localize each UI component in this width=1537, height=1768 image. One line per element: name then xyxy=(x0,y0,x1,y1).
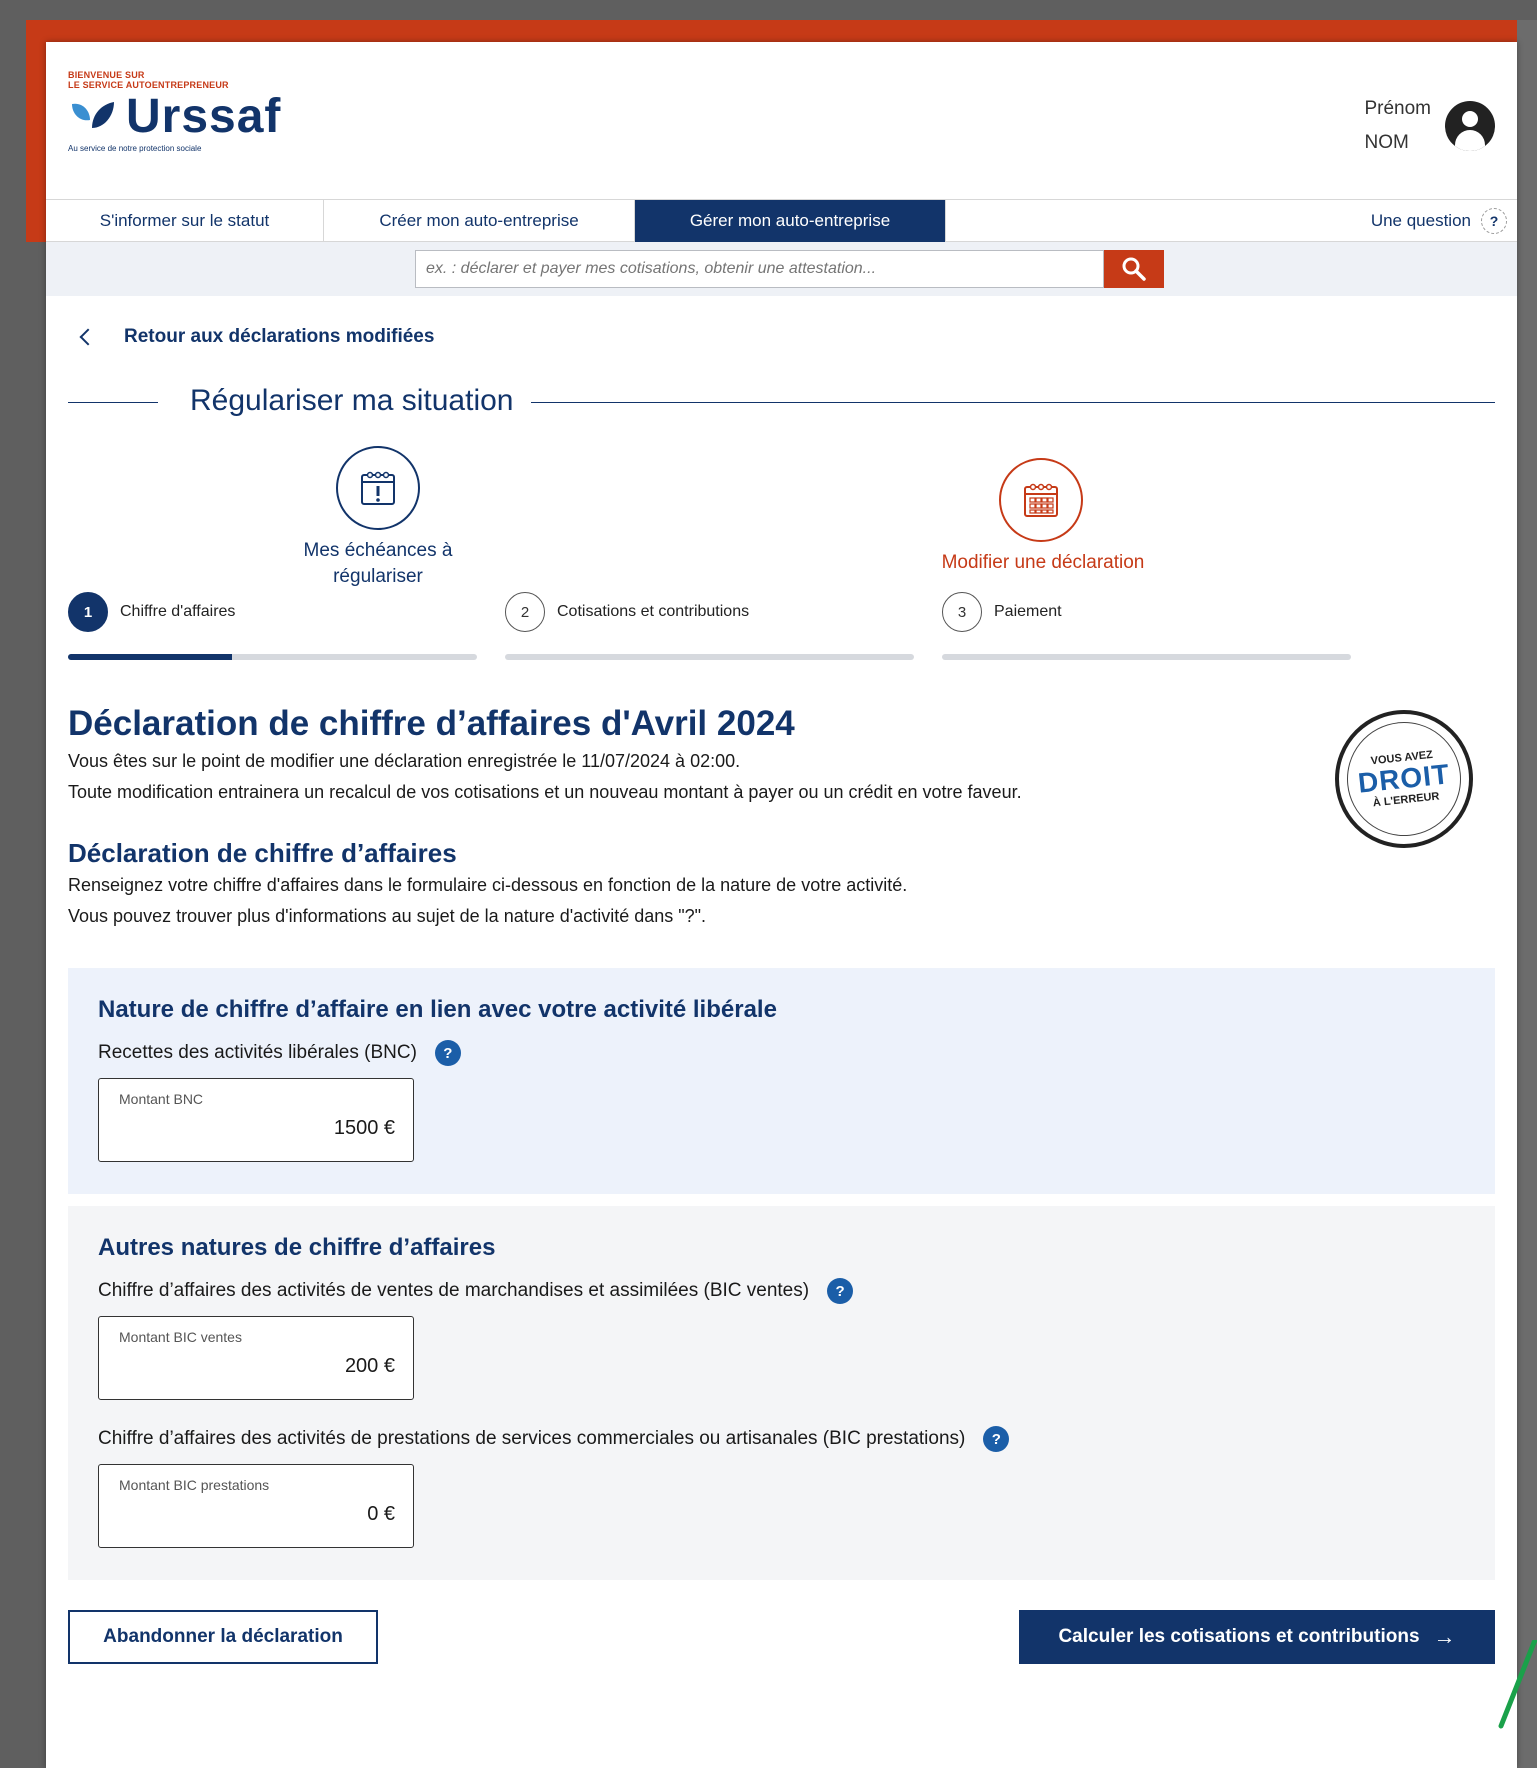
intro-line-2: Toute modification entrainera un recalcu… xyxy=(68,782,1022,802)
progress-stepper: 1 Chiffre d'affaires 2 Cotisations et co… xyxy=(68,592,1495,702)
bnc-field-label: Recettes des activités libérales (BNC) ? xyxy=(98,1040,1465,1066)
intro-line-1: Vous êtes sur le point de modifier une d… xyxy=(68,751,741,771)
bic-ventes-help-icon[interactable]: ? xyxy=(827,1278,854,1304)
bic-ventes-caption: Montant BIC ventes xyxy=(119,1329,242,1345)
echeances-step-button[interactable] xyxy=(336,446,420,530)
echeances-step-label: Mes échéances à régulariser xyxy=(303,540,453,587)
panel-autres-natures: Autres natures de chiffre d’affaires Chi… xyxy=(68,1206,1495,1580)
main-content: Retour aux déclarations modifiées Régula… xyxy=(46,326,1517,1580)
modifier-step-label: Modifier une déclaration xyxy=(941,552,1145,573)
search-bar xyxy=(46,242,1517,296)
bic-ventes-amount-field[interactable]: Montant BIC ventes 200 € xyxy=(98,1316,414,1400)
bic-ventes-value: 200 € xyxy=(344,1355,395,1377)
calculate-button[interactable]: Calculer les cotisations et contribution… xyxy=(1019,1610,1495,1664)
declaration-intro: Déclaration de chiffre d’affaires d'Avri… xyxy=(68,702,1495,932)
step-number-3: 3 xyxy=(942,592,982,632)
bic-ventes-field-label: Chiffre d’affaires des activités de vent… xyxy=(98,1278,1465,1304)
tab-creer-auto-entreprise[interactable]: Créer mon auto-entreprise xyxy=(324,200,635,242)
user-menu[interactable]: Prénom NOM xyxy=(1364,92,1495,160)
page-title: Déclaration de chiffre d’affaires d'Avri… xyxy=(68,704,795,743)
title-rule-right xyxy=(468,402,1495,403)
bnc-caption: Montant BNC xyxy=(119,1091,204,1107)
user-first-name: Prénom xyxy=(1364,98,1431,119)
section-title: Régulariser ma situation xyxy=(68,382,1495,422)
step-number-2: 2 xyxy=(505,592,545,632)
panel-liberale-title: Nature de chiffre d’affaire en lien avec… xyxy=(98,996,777,1023)
subtitle-line-1: Renseignez votre chiffre d'affaires dans… xyxy=(68,875,908,895)
progress-bar-2 xyxy=(505,654,914,660)
search-button[interactable] xyxy=(1104,250,1164,288)
window-edge xyxy=(1517,20,1537,1768)
panel-activite-liberale: Nature de chiffre d’affaire en lien avec… xyxy=(68,968,1495,1194)
bic-prestations-value: 0 € xyxy=(367,1503,395,1525)
bnc-help-icon[interactable]: ? xyxy=(434,1040,461,1066)
step-number-1: 1 xyxy=(68,592,108,632)
bnc-value: 1500 € xyxy=(333,1117,395,1139)
bic-prestations-label-text: Chiffre d’affaires des activités de pres… xyxy=(98,1428,966,1449)
welcome-line-1: BIENVENUE SUR xyxy=(68,70,145,80)
brand-name: Urssaf xyxy=(126,90,282,143)
step-label-2: Cotisations et contributions xyxy=(557,603,750,620)
back-link-label: Retour aux déclarations modifiées xyxy=(124,326,435,347)
page: BIENVENUE SUR LE SERVICE AUTOENTREPRENEU… xyxy=(46,42,1517,1768)
calculate-label: Calculer les cotisations et contribution… xyxy=(1058,1626,1420,1647)
bic-prestations-amount-field[interactable]: Montant BIC prestations 0 € xyxy=(98,1464,414,1548)
welcome-line-2: LE SERVICE AUTOENTREPRENEUR xyxy=(68,80,229,90)
bic-prestations-help-icon[interactable]: ? xyxy=(983,1426,1010,1452)
avatar-icon[interactable] xyxy=(1445,101,1495,151)
help-link[interactable]: Une question ? xyxy=(1371,200,1507,242)
step-label-3: Paiement xyxy=(994,603,1062,620)
panel-autres-title: Autres natures de chiffre d’affaires xyxy=(98,1234,496,1261)
droit-erreur-badge[interactable]: VOUS AVEZ DROIT À L'ERREUR xyxy=(1335,710,1473,848)
search-input[interactable] xyxy=(415,250,1104,288)
bnc-label-text: Recettes des activités libérales (BNC) xyxy=(98,1042,417,1063)
tab-informer-statut[interactable]: S'informer sur le statut xyxy=(46,200,324,242)
progress-fill-1 xyxy=(68,654,232,660)
section-subtitle: Déclaration de chiffre d’affaires xyxy=(68,838,457,868)
search-icon xyxy=(1122,257,1146,281)
arrow-right-icon: → xyxy=(1433,1624,1456,1649)
calendar-grid-icon xyxy=(1024,483,1058,517)
title-rule-left xyxy=(68,402,158,403)
progress-step-1: 1 Chiffre d'affaires xyxy=(68,592,235,632)
step-label-1: Chiffre d'affaires xyxy=(120,603,236,620)
progress-step-3: 3 Paiement xyxy=(942,592,1062,632)
bic-prestations-field-label: Chiffre d’affaires des activités de pres… xyxy=(98,1426,1465,1452)
back-link[interactable]: Retour aux déclarations modifiées xyxy=(68,326,1495,348)
form-actions: Abandonner la déclaration Calculer les c… xyxy=(46,1610,1517,1690)
abandon-button[interactable]: Abandonner la déclaration xyxy=(68,1610,378,1664)
bic-ventes-label-text: Chiffre d’affaires des activités de vent… xyxy=(98,1280,810,1301)
annotation-arrow xyxy=(1498,1640,1537,1729)
question-icon: ? xyxy=(1481,208,1507,234)
site-header: BIENVENUE SUR LE SERVICE AUTOENTREPRENEU… xyxy=(46,42,1517,200)
urssaf-logo[interactable]: BIENVENUE SUR LE SERVICE AUTOENTREPRENEU… xyxy=(68,70,281,153)
subtitle-line-2: Vous pouvez trouver plus d'informations … xyxy=(68,906,707,926)
calendar-alert-icon xyxy=(361,471,395,505)
progress-bar-1 xyxy=(68,654,477,660)
chevron-left-icon xyxy=(79,328,97,346)
bic-prestations-caption: Montant BIC prestations xyxy=(119,1477,270,1493)
tab-gerer-auto-entreprise[interactable]: Gérer mon auto-entreprise xyxy=(635,200,946,242)
progress-step-2: 2 Cotisations et contributions xyxy=(505,592,749,632)
modifier-step-button[interactable] xyxy=(999,458,1083,542)
situation-steps: Mes échéances à régulariser Modifier une… xyxy=(68,422,1495,592)
brand-tagline: Au service de notre protection sociale xyxy=(68,144,202,153)
main-nav: S'informer sur le statut Créer mon auto-… xyxy=(46,200,1517,242)
user-last-name: NOM xyxy=(1364,132,1409,153)
urssaf-mark-icon xyxy=(72,102,114,128)
section-title-text: Régulariser ma situation xyxy=(172,384,532,418)
progress-bar-3 xyxy=(942,654,1351,660)
bnc-amount-field[interactable]: Montant BNC 1500 € xyxy=(98,1078,414,1162)
help-label: Une question xyxy=(1370,211,1471,230)
